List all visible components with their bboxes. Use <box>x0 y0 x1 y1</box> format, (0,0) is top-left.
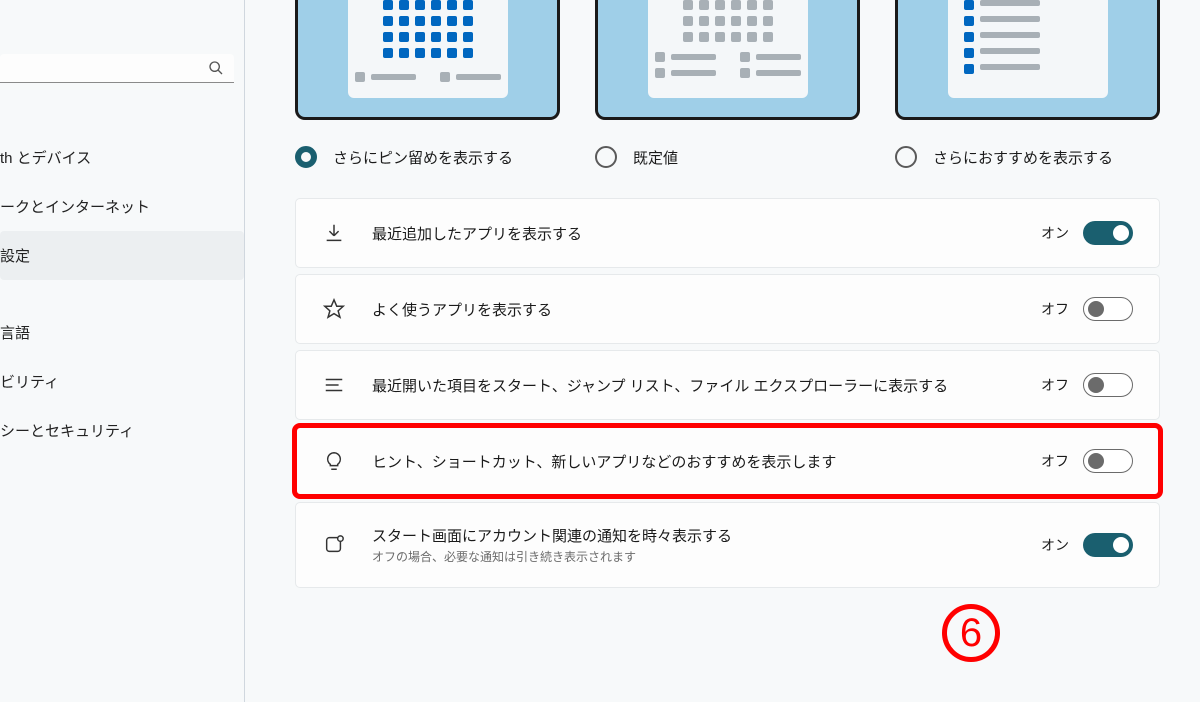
sidebar-item-privacy[interactable]: シーとセキュリティ <box>0 406 244 455</box>
toggle-wrap: オン <box>1041 221 1133 245</box>
radio-label: さらにおすすめを表示する <box>933 147 1113 168</box>
radio-default[interactable]: 既定値 <box>595 146 860 168</box>
sidebar: th とデバイス ークとインターネット 設定 言語 ビリティ シーとセキュリティ <box>0 0 245 702</box>
radio-icon <box>295 146 317 168</box>
setting-text: 最近開いた項目をスタート、ジャンプ リスト、ファイル エクスプローラーに表示する <box>372 375 1015 396</box>
radio-label: 既定値 <box>633 147 678 168</box>
search-input[interactable] <box>10 60 208 76</box>
bulb-icon <box>322 449 346 473</box>
toggle-switch[interactable] <box>1083 533 1133 557</box>
sidebar-item-network[interactable]: ークとインターネット <box>0 182 244 231</box>
sidebar-item-personalization[interactable]: 設定 <box>0 231 244 280</box>
toggle-label: オフ <box>1041 299 1069 319</box>
toggle-switch[interactable] <box>1083 297 1133 321</box>
toggle-wrap: オン <box>1041 533 1133 557</box>
setting-title: よく使うアプリを表示する <box>372 299 1015 320</box>
star-icon <box>322 297 346 321</box>
setting-row-recommendations[interactable]: ヒント、ショートカット、新しいアプリなどのおすすめを表示します オフ <box>295 426 1160 496</box>
setting-row-recent-items[interactable]: 最近開いた項目をスタート、ジャンプ リスト、ファイル エクスプローラーに表示する… <box>295 350 1160 420</box>
toggle-switch[interactable] <box>1083 221 1133 245</box>
toggle-switch[interactable] <box>1083 373 1133 397</box>
search-icon <box>208 60 224 76</box>
setting-text: ヒント、ショートカット、新しいアプリなどのおすすめを表示します <box>372 451 1015 472</box>
setting-title: 最近追加したアプリを表示する <box>372 223 1015 244</box>
radio-more-recommendations[interactable]: さらにおすすめを表示する <box>895 146 1160 168</box>
notification-icon <box>322 533 346 557</box>
main-content: さらにピン留めを表示する 既定値 さらにおすすめを表示する 最近追加したアプリを… <box>245 0 1200 702</box>
toggle-wrap: オフ <box>1041 373 1133 397</box>
sidebar-item-language[interactable]: 言語 <box>0 308 244 357</box>
setting-row-account-notifications[interactable]: スタート画面にアカウント関連の通知を時々表示する オフの場合、必要な通知は引き続… <box>295 502 1160 588</box>
toggle-wrap: オフ <box>1041 449 1133 473</box>
annotation-marker: 6 <box>942 604 1000 662</box>
setting-title: ヒント、ショートカット、新しいアプリなどのおすすめを表示します <box>372 451 1015 472</box>
nav-list: th とデバイス ークとインターネット 設定 言語 ビリティ シーとセキュリティ <box>0 133 244 455</box>
setting-text: よく使うアプリを表示する <box>372 299 1015 320</box>
setting-row-most-used[interactable]: よく使うアプリを表示する オフ <box>295 274 1160 344</box>
setting-text: スタート画面にアカウント関連の通知を時々表示する オフの場合、必要な通知は引き続… <box>372 525 1015 565</box>
setting-subtitle: オフの場合、必要な通知は引き続き表示されます <box>372 548 1015 565</box>
layout-preview-more-pins[interactable] <box>295 0 560 120</box>
sidebar-item-accessibility[interactable]: ビリティ <box>0 357 244 406</box>
settings-list: 最近追加したアプリを表示する オン よく使うアプリを表示する オフ <box>295 198 1160 588</box>
download-icon <box>322 221 346 245</box>
toggle-wrap: オフ <box>1041 297 1133 321</box>
setting-text: 最近追加したアプリを表示する <box>372 223 1015 244</box>
toggle-label: オン <box>1041 535 1069 555</box>
radio-more-pins[interactable]: さらにピン留めを表示する <box>295 146 560 168</box>
radio-label: さらにピン留めを表示する <box>333 147 513 168</box>
sidebar-item-bluetooth[interactable]: th とデバイス <box>0 133 244 182</box>
layout-preview-more-recommendations[interactable] <box>895 0 1160 120</box>
radio-icon <box>595 146 617 168</box>
sidebar-item-unknown[interactable] <box>0 280 244 308</box>
list-icon <box>322 373 346 397</box>
setting-row-recently-added[interactable]: 最近追加したアプリを表示する オン <box>295 198 1160 268</box>
toggle-label: オフ <box>1041 451 1069 471</box>
search-wrap <box>0 54 244 83</box>
layout-radio-group: さらにピン留めを表示する 既定値 さらにおすすめを表示する <box>295 146 1160 168</box>
toggle-label: オン <box>1041 223 1069 243</box>
layout-previews <box>295 0 1160 120</box>
layout-preview-default[interactable] <box>595 0 860 120</box>
search-box[interactable] <box>0 54 234 83</box>
setting-title: スタート画面にアカウント関連の通知を時々表示する <box>372 525 1015 546</box>
radio-icon <box>895 146 917 168</box>
setting-title: 最近開いた項目をスタート、ジャンプ リスト、ファイル エクスプローラーに表示する <box>372 375 1015 396</box>
toggle-label: オフ <box>1041 375 1069 395</box>
toggle-switch[interactable] <box>1083 449 1133 473</box>
